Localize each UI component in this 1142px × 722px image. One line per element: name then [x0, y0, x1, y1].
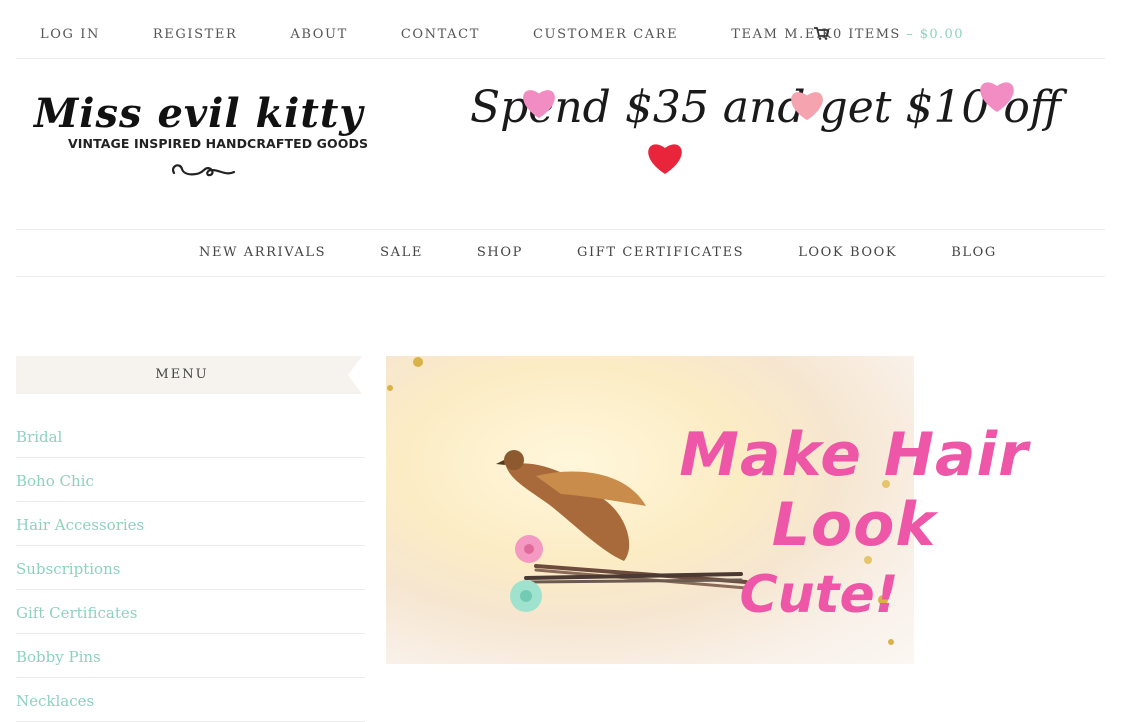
sidebar-item-hair-accessories[interactable]: Hair Accessories — [16, 502, 365, 546]
top-bar: LOG IN REGISTER ABOUT CONTACT CUSTOMER C… — [16, 0, 1105, 59]
register-link[interactable]: REGISTER — [153, 27, 237, 42]
sidebar-menu-header: MENU — [16, 356, 362, 394]
main-nav: NEW ARRIVALS SALE SHOP GIFT CERTIFICATES… — [16, 229, 1105, 277]
nav-new-arrivals[interactable]: NEW ARRIVALS — [199, 245, 326, 260]
cart-link[interactable]: 0 ITEMS – $0.00 — [814, 27, 964, 42]
nav-sale[interactable]: SALE — [380, 245, 423, 260]
nav-look-book[interactable]: LOOK BOOK — [798, 245, 897, 260]
flourish-ornament — [172, 164, 236, 177]
nav-blog[interactable]: BLOG — [951, 245, 997, 260]
sidebar-item-gift-certificates[interactable]: Gift Certificates — [16, 590, 365, 634]
sidebar-menu-list: Bridal Boho Chic Hair Accessories Subscr… — [16, 414, 365, 722]
site-logo[interactable]: Miss evil kitty VINTAGE INSPIRED HANDCRA… — [34, 92, 374, 192]
heart-icon — [648, 144, 682, 174]
promo-banner[interactable]: Spend $35 and get $10 off — [470, 78, 1061, 188]
cart-total: $0.00 — [919, 27, 964, 42]
sidebar-item-bridal[interactable]: Bridal — [16, 414, 365, 458]
sidebar-item-necklaces[interactable]: Necklaces — [16, 678, 365, 722]
contact-link[interactable]: CONTACT — [401, 27, 480, 42]
hero-headline-line2: Cute! — [739, 565, 899, 625]
sidebar-item-boho-chic[interactable]: Boho Chic — [16, 458, 365, 502]
cart-count: 0 ITEMS — [833, 27, 901, 42]
top-nav: LOG IN REGISTER ABOUT CONTACT CUSTOMER C… — [40, 27, 886, 42]
sidebar-menu-title: MENU — [155, 367, 209, 382]
nav-shop[interactable]: SHOP — [477, 245, 523, 260]
promo-text: Spend $35 and get $10 off — [470, 82, 1062, 133]
heart-icon — [980, 82, 1014, 112]
cart-separator: – — [900, 27, 920, 42]
logo-tagline: VINTAGE INSPIRED HANDCRAFTED GOODS — [68, 136, 369, 151]
hero-headline: Make Hair Look Cute! — [604, 420, 1104, 630]
about-link[interactable]: ABOUT — [290, 27, 347, 42]
nav-gift-certificates[interactable]: GIFT CERTIFICATES — [577, 245, 744, 260]
login-link[interactable]: LOG IN — [40, 27, 100, 42]
sidebar-item-bobby-pins[interactable]: Bobby Pins — [16, 634, 365, 678]
customer-care-link[interactable]: CUSTOMER CARE — [533, 27, 678, 42]
cart-icon — [814, 27, 830, 40]
ribbon-notch — [348, 356, 362, 394]
sidebar-item-subscriptions[interactable]: Subscriptions — [16, 546, 365, 590]
heart-icon — [523, 90, 555, 119]
hero-headline-line1: Make Hair Look — [679, 420, 1029, 560]
heart-icon — [791, 92, 823, 121]
logo-name: Miss evil kitty — [34, 90, 364, 137]
